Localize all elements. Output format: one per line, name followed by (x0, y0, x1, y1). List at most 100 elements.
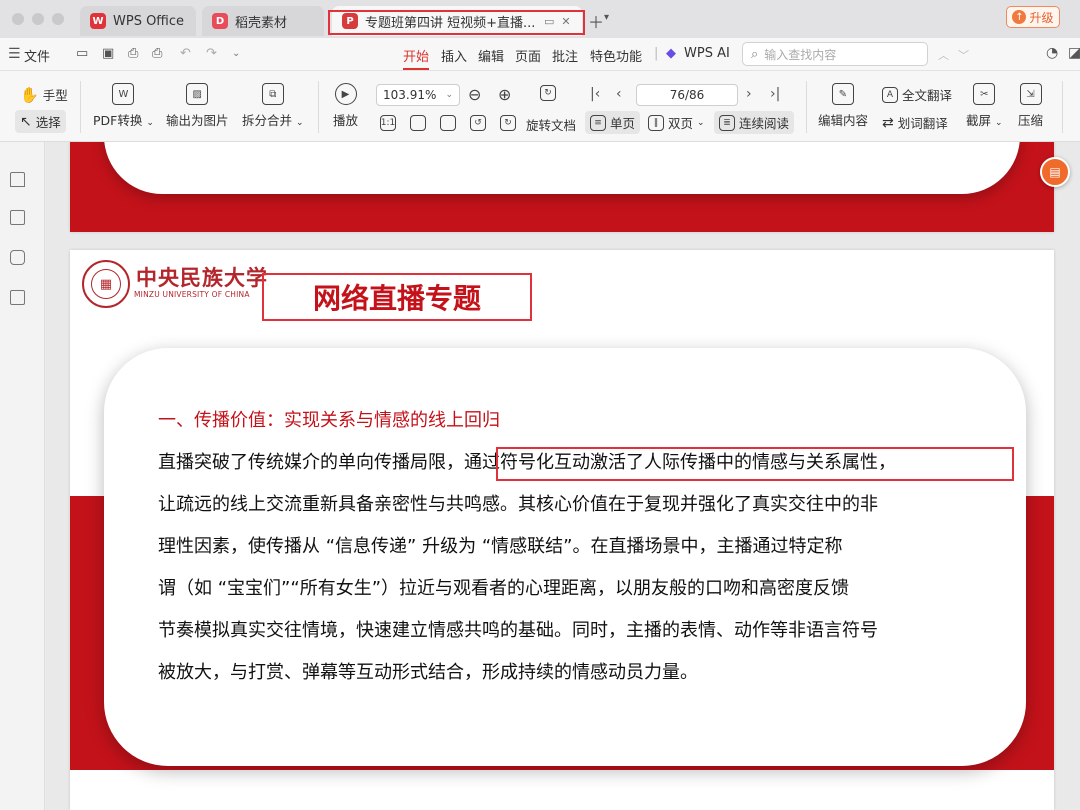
slide-previous (70, 142, 1054, 232)
first-page-icon[interactable]: |‹ (590, 86, 600, 102)
last-page-icon[interactable]: ›| (770, 86, 780, 102)
ribbon-divider (80, 81, 81, 133)
pdf-convert-icon: W (112, 83, 135, 105)
zoom-in-icon[interactable]: ⊕ (498, 85, 511, 104)
zoom-out-icon[interactable]: ⊖ (468, 85, 481, 104)
rotate-doc-button[interactable]: 旋转文档 (526, 115, 576, 134)
full-translate-label: 全文翻译 (902, 88, 953, 103)
hand-tool-button[interactable]: ✋ 手型 (20, 85, 68, 104)
print-icon[interactable]: ⎙ (128, 46, 138, 61)
page-indicator[interactable]: 76/86 (636, 84, 738, 106)
open-folder-icon[interactable]: ▭ (76, 46, 88, 61)
print-preview-icon[interactable]: ⎙ (152, 46, 162, 61)
compress-label: 压缩 (1018, 113, 1044, 128)
undo-icon[interactable]: ↶ (180, 46, 191, 61)
slide-title: 网络直播专题 (262, 273, 532, 321)
menu-file[interactable]: 文件 (24, 46, 50, 65)
pdf-convert-button[interactable]: W PDF转换 ⌄ (93, 83, 154, 129)
redo-icon[interactable]: ↷ (206, 46, 217, 61)
next-page-icon[interactable]: › (746, 86, 752, 102)
single-page-button[interactable]: ≡ 单页 (585, 111, 641, 134)
fit-page-icon[interactable] (410, 115, 426, 131)
word-translate-button[interactable]: ⇄ 划词翻译 (882, 113, 948, 132)
document-viewport[interactable]: ▦ 中央民族大学 MINZU UNIVERSITY OF CHINA 网络直播专… (46, 142, 1080, 810)
new-tab-icon[interactable]: ＋ (588, 9, 604, 33)
rotate-icon[interactable]: ↻ (540, 85, 556, 101)
hamburger-icon[interactable]: ☰ (8, 46, 21, 62)
chevron-down-icon: ⌄ (146, 118, 154, 128)
annotation-box-highlight (496, 447, 1014, 481)
daoke-logo-icon: D (212, 13, 228, 29)
expand-icon[interactable]: ◪ (1068, 45, 1080, 61)
tab-wps-office[interactable]: W WPS Office (80, 6, 196, 36)
university-name-cn: 中央民族大学 (136, 265, 268, 290)
screenshot-button[interactable]: ✂ 截屏 ⌄ (966, 83, 1003, 129)
slide-current: ▦ 中央民族大学 MINZU UNIVERSITY OF CHINA 网络直播专… (70, 250, 1054, 810)
tab-bar: W WPS Office D 稻壳素材 P 专题班第四讲 短视频+直播... ▭… (0, 0, 1080, 38)
rotate-right-icon[interactable]: ↻ (500, 115, 516, 131)
menu-annotate[interactable]: 批注 (552, 46, 578, 65)
university-seal-icon: ▦ (82, 260, 130, 308)
close-window-dot[interactable] (12, 13, 24, 25)
export-image-button[interactable]: ▨ 输出为图片 (166, 83, 229, 129)
left-sidebar (0, 142, 45, 810)
menu-divider: | (654, 46, 659, 61)
double-page-icon: ‖ (648, 114, 664, 131)
quick-access-chevron-icon[interactable]: ⌄ (232, 48, 240, 59)
search-next-icon[interactable]: ﹀ (958, 47, 969, 63)
double-page-button[interactable]: ‖ 双页 ⌄ (648, 113, 705, 132)
menu-start[interactable]: 开始 (403, 46, 429, 65)
word-translate-icon: ⇄ (882, 114, 894, 131)
thumbnail-icon[interactable] (10, 210, 25, 225)
screenshot-label: 截屏 (966, 113, 992, 128)
search-prev-icon[interactable]: ︿ (938, 47, 949, 63)
chevron-down-icon: ⌄ (445, 90, 453, 100)
paragraph-line: 被放大，与打赏、弹幕等互动形式结合，形成持续的情感动员力量。 (158, 662, 698, 683)
floating-tool-button[interactable]: ▤ (1040, 157, 1070, 187)
full-translate-button[interactable]: A 全文翻译 (882, 85, 952, 104)
content-card: 一、传播价值：实现关系与情感的线上回归 直播突破了传统媒介的单向传播局限，通过符… (104, 348, 1026, 766)
menu-page[interactable]: 页面 (515, 46, 541, 65)
hand-label: 手型 (42, 88, 68, 103)
continuous-read-icon: ≣ (719, 114, 735, 131)
split-merge-button[interactable]: ⧉ 拆分合并 ⌄ (242, 83, 304, 129)
export-image-label: 输出为图片 (166, 113, 229, 128)
actual-size-icon[interactable]: 1:1 (380, 115, 396, 131)
search-input[interactable]: ⌕ 输入查找内容 (742, 42, 928, 66)
hand-icon: ✋ (20, 85, 39, 104)
save-icon[interactable]: ▣ (102, 46, 114, 61)
menu-insert[interactable]: 插入 (441, 46, 467, 65)
chat-icon[interactable]: ◔ (1046, 45, 1058, 61)
chevron-down-icon: ⌄ (296, 118, 304, 128)
bookmark-icon[interactable] (10, 172, 25, 187)
play-button[interactable]: ▶ 播放 (333, 83, 358, 129)
menu-wps-ai[interactable]: WPS AI (684, 46, 730, 61)
prev-page-icon[interactable]: ‹ (616, 86, 622, 102)
play-icon: ▶ (334, 83, 357, 105)
annotation-list-icon[interactable] (10, 290, 25, 305)
translate-icon: A (882, 86, 898, 103)
zoom-select[interactable]: 103.91% ⌄ (376, 84, 460, 106)
rotate-left-icon[interactable]: ↺ (470, 115, 486, 131)
minimize-window-dot[interactable] (32, 13, 44, 25)
university-name-en: MINZU UNIVERSITY OF CHINA (134, 290, 250, 299)
select-tool-button[interactable]: ↖ 选择 (15, 110, 66, 133)
chevron-down-icon[interactable]: ▾ (604, 12, 609, 23)
menu-features[interactable]: 特色功能 (590, 46, 642, 65)
edit-content-button[interactable]: ✎ 编辑内容 (818, 83, 868, 129)
annotation-box-tab (328, 10, 585, 35)
continuous-read-label: 连续阅读 (739, 116, 790, 131)
tab-daoke[interactable]: D 稻壳素材 (202, 6, 324, 36)
continuous-read-button[interactable]: ≣ 连续阅读 (714, 111, 795, 134)
word-translate-label: 划词翻译 (897, 116, 948, 131)
paragraph-line: 节奏模拟真实交往情境，快速建立情感共鸣的基础。同时，主播的表情、动作等非语言符号 (158, 620, 878, 641)
rotate-right-glyph-icon: ↻ (500, 115, 516, 131)
fit-page-glyph-icon (410, 115, 426, 131)
zoom-window-dot[interactable] (52, 13, 64, 25)
image-export-icon: ▨ (186, 83, 209, 105)
fit-width-icon[interactable] (440, 115, 456, 131)
upgrade-button[interactable]: ↑ 升级 (1006, 6, 1060, 28)
comment-icon[interactable] (10, 250, 25, 265)
menu-edit[interactable]: 编辑 (478, 46, 504, 65)
compress-button[interactable]: ⇲ 压缩 (1018, 83, 1043, 129)
